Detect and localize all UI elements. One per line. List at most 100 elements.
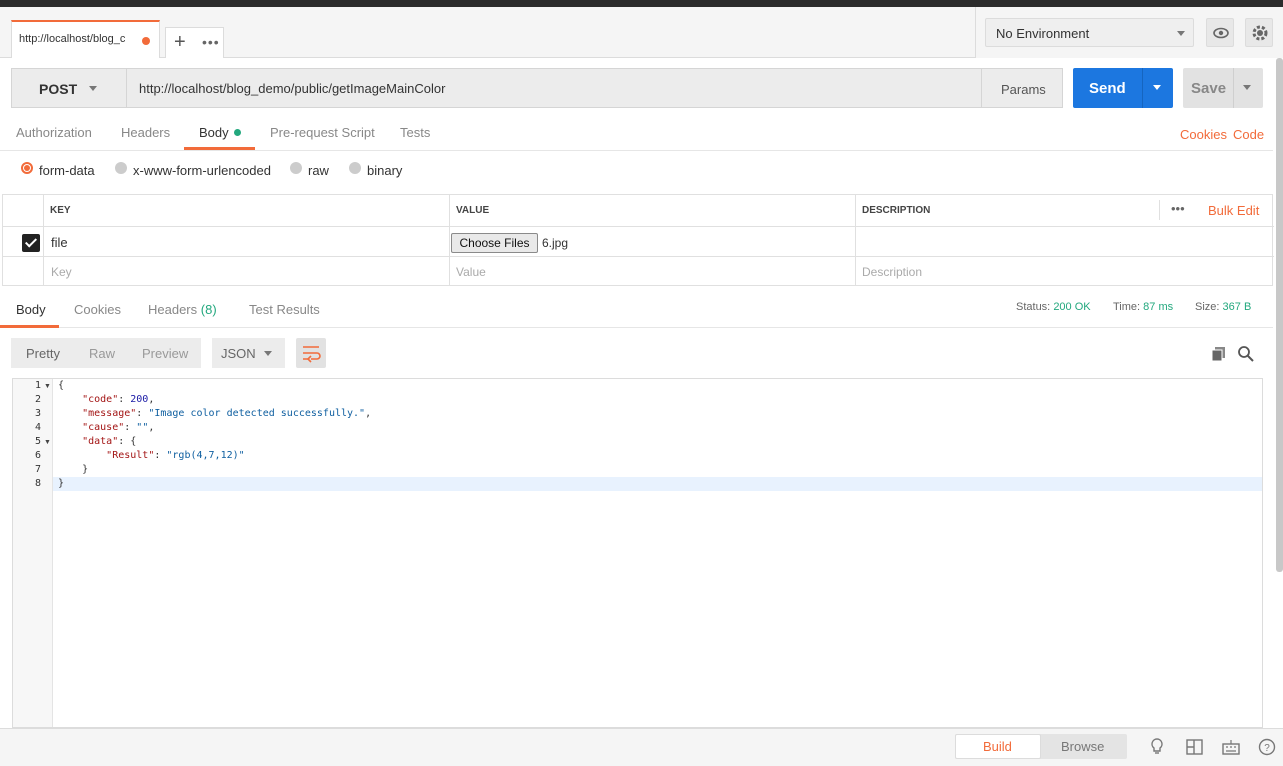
binary-label: binary (367, 163, 403, 178)
save-button[interactable]: Save (1183, 68, 1263, 108)
new-tab-plus-icon[interactable]: + (174, 31, 186, 54)
tab-more-icon[interactable]: ••• (202, 34, 220, 50)
unsaved-dot-icon (142, 37, 150, 45)
line-number: 7 (34, 464, 41, 475)
response-toolbar: Pretty Raw Preview JSON (0, 328, 1273, 378)
response-tab-test-results[interactable]: Test Results (249, 302, 320, 317)
wrap-lines-button[interactable] (296, 338, 326, 368)
chevron-down-icon (89, 86, 97, 91)
url-input[interactable]: http://localhost/blog_demo/public/getIma… (126, 68, 982, 108)
save-options-chevron-icon[interactable] (1243, 85, 1251, 90)
window-scrollbar[interactable] (1276, 58, 1283, 572)
help-icon[interactable]: ? (1256, 736, 1278, 758)
tab-tests[interactable]: Tests (400, 125, 430, 140)
build-mode-button[interactable]: Build (983, 739, 1012, 754)
pretty-button[interactable]: Pretty (26, 346, 60, 361)
copy-icon[interactable] (1210, 345, 1228, 363)
table-more-icon[interactable]: ••• (1171, 201, 1185, 216)
lightbulb-icon[interactable] (1146, 736, 1168, 758)
response-headers-label: Headers (148, 302, 198, 317)
method-select[interactable]: POST (11, 68, 127, 108)
raw-radio[interactable] (290, 162, 302, 174)
send-button[interactable]: Send (1073, 68, 1173, 108)
size-label: Size: (1195, 301, 1220, 313)
new-description-input[interactable]: Description (862, 265, 922, 279)
description-column-header: DESCRIPTION (862, 205, 931, 216)
request-tab-title: http://localhost/blog_c (19, 33, 126, 45)
tab-headers[interactable]: Headers (121, 125, 170, 140)
code-link[interactable]: Code (1233, 127, 1264, 142)
manage-environments-button[interactable] (1245, 18, 1273, 47)
params-label: Params (1001, 82, 1046, 97)
status-readout: Status: 200 OK (1016, 301, 1091, 313)
row-enabled-checkbox[interactable] (22, 234, 40, 252)
choose-files-button[interactable]: Choose Files (451, 233, 538, 253)
format-select[interactable]: JSON (212, 338, 285, 368)
request-tabs: Authorization Headers Body Pre-request S… (0, 118, 1273, 151)
selected-file-name: 6.jpg (542, 236, 569, 250)
method-value: POST (39, 81, 78, 97)
new-value-input[interactable]: Value (456, 265, 486, 279)
code-line: "data": { (82, 436, 137, 447)
binary-radio[interactable] (349, 162, 361, 174)
current-line-highlight (13, 477, 1262, 491)
fold-arrow-icon[interactable]: ▼ (44, 383, 51, 390)
body-indicator-dot-icon (233, 129, 241, 136)
code-line: } (58, 478, 65, 489)
form-data-radio[interactable] (21, 162, 33, 174)
tab-body[interactable]: Body (199, 125, 241, 140)
line-number: 8 (34, 478, 41, 489)
bulk-edit-link[interactable]: Bulk Edit (1208, 203, 1259, 218)
response-tab-cookies[interactable]: Cookies (74, 302, 121, 317)
gear-icon (1252, 25, 1268, 41)
code-line: "cause": "", (82, 422, 155, 433)
urlencoded-radio[interactable] (115, 162, 127, 174)
size-readout: Size: 367 B (1195, 301, 1251, 313)
tab-controls: + ••• (165, 27, 224, 58)
headers-count: (8) (200, 302, 217, 317)
response-tabs: Body Cookies Headers (8) Test Results St… (0, 292, 1273, 328)
eye-icon (1213, 27, 1229, 39)
line-number: 5 (34, 436, 41, 447)
line-number: 6 (34, 450, 41, 461)
keyboard-shortcuts-icon[interactable] (1220, 736, 1242, 758)
line-number: 3 (34, 408, 41, 419)
chevron-down-icon (264, 351, 272, 356)
fold-arrow-icon[interactable]: ▼ (44, 439, 51, 446)
send-options-chevron-icon[interactable] (1153, 85, 1161, 90)
request-tab[interactable]: http://localhost/blog_c (11, 20, 160, 58)
browse-mode-button[interactable]: Browse (1061, 739, 1104, 754)
response-body-editor[interactable]: 1 ▼ 2 3 4 5 ▼ 6 7 8 { "code": 200, "mess… (12, 378, 1263, 728)
environment-select-value: No Environment (996, 26, 1090, 41)
new-key-input[interactable]: Key (51, 265, 72, 279)
chevron-down-icon (1177, 31, 1185, 36)
response-tab-body[interactable]: Body (16, 302, 46, 317)
code-line: { (58, 380, 65, 391)
key-column-header: KEY (50, 205, 71, 216)
format-value: JSON (221, 346, 256, 361)
size-value: 367 B (1222, 301, 1252, 313)
row-key[interactable]: file (51, 235, 68, 250)
tab-authorization[interactable]: Authorization (16, 125, 92, 140)
time-readout: Time: 87 ms (1113, 301, 1173, 313)
save-label: Save (1191, 80, 1227, 97)
url-value: http://localhost/blog_demo/public/getIma… (139, 81, 446, 96)
form-data-table: KEY VALUE DESCRIPTION ••• Bulk Edit file… (2, 194, 1274, 286)
form-data-label: form-data (39, 163, 95, 178)
svg-text:?: ? (1264, 743, 1270, 754)
two-pane-view-icon[interactable] (1184, 736, 1206, 758)
status-label: Status: (1016, 301, 1051, 313)
response-tab-headers[interactable]: Headers (8) (148, 302, 217, 317)
tab-pre-request-script[interactable]: Pre-request Script (270, 125, 375, 140)
line-number: 1 (34, 380, 41, 391)
value-column-header: VALUE (456, 205, 490, 216)
params-button[interactable]: Params (981, 68, 1063, 108)
environment-quick-look-button[interactable] (1206, 18, 1234, 47)
preview-button[interactable]: Preview (142, 346, 188, 361)
mode-toggle: Build Browse (955, 734, 1127, 759)
environment-select[interactable]: No Environment (985, 18, 1194, 47)
search-icon[interactable] (1237, 345, 1255, 363)
cookies-link[interactable]: Cookies (1180, 127, 1227, 142)
raw-button[interactable]: Raw (89, 346, 115, 361)
urlencoded-label: x-www-form-urlencoded (133, 163, 271, 178)
